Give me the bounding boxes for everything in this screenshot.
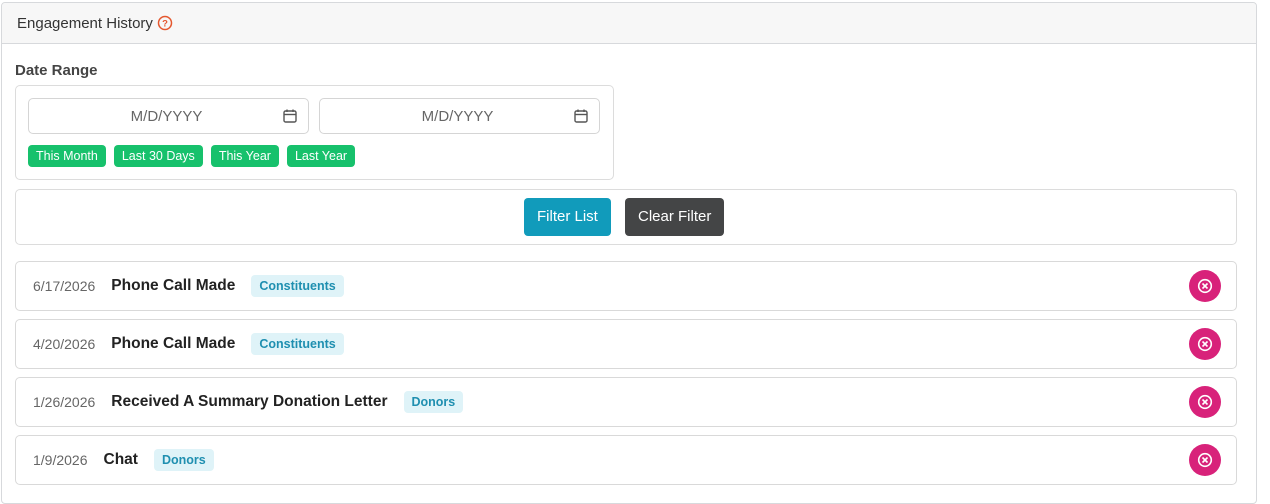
close-circle-icon — [1197, 452, 1213, 468]
row-title: Phone Call Made — [111, 277, 236, 294]
close-circle-icon — [1197, 278, 1213, 294]
row-date: 6/17/2026 — [33, 278, 96, 294]
delete-button[interactable] — [1189, 328, 1221, 360]
date-range-label: Date Range — [15, 62, 98, 79]
delete-button[interactable] — [1189, 386, 1221, 418]
row-tag: Donors — [403, 391, 464, 413]
row-tag: Donors — [153, 449, 214, 471]
row-title: Chat — [103, 451, 138, 468]
delete-button[interactable] — [1189, 444, 1221, 476]
close-circle-icon — [1197, 394, 1213, 410]
help-icon[interactable]: ? — [157, 15, 173, 31]
row-date: 1/9/2026 — [33, 452, 88, 468]
engagement-row: 1/9/2026 Chat Donors — [15, 435, 1237, 485]
last-year-button[interactable]: Last Year — [286, 145, 356, 167]
this-year-button[interactable]: This Year — [210, 145, 279, 167]
calendar-icon[interactable] — [282, 108, 298, 124]
clear-filter-button[interactable]: Clear Filter — [625, 198, 725, 236]
row-title: Phone Call Made — [111, 335, 236, 352]
engagement-history-panel: Engagement History ? — [1, 2, 1257, 504]
svg-text:?: ? — [162, 19, 168, 30]
engagement-row: 1/26/2026 Received A Summary Donation Le… — [15, 377, 1237, 427]
quick-range-buttons: This Month Last 30 Days This Year Last Y… — [28, 145, 356, 167]
panel-title: Engagement History — [17, 14, 153, 32]
start-date-placeholder: M/D/YYYY — [130, 107, 203, 125]
delete-button[interactable] — [1189, 270, 1221, 302]
engagement-row: 6/17/2026 Phone Call Made Constituents — [15, 261, 1237, 311]
filter-actions-box: Filter List Clear Filter — [15, 189, 1237, 245]
this-month-button[interactable]: This Month — [28, 145, 106, 167]
last-30-days-button[interactable]: Last 30 Days — [113, 145, 203, 167]
end-date-placeholder: M/D/YYYY — [421, 107, 494, 125]
row-tag: Constituents — [251, 333, 344, 355]
row-date: 4/20/2026 — [33, 336, 96, 352]
end-date-input[interactable]: M/D/YYYY — [319, 98, 600, 134]
start-date-input[interactable]: M/D/YYYY — [28, 98, 309, 134]
date-range-box: M/D/YYYY M/D/YYYY This Month Last 30 Day… — [15, 85, 614, 180]
row-date: 1/26/2026 — [33, 394, 96, 410]
filter-list-button[interactable]: Filter List — [524, 198, 611, 236]
row-title: Received A Summary Donation Letter — [111, 393, 388, 410]
engagement-row: 4/20/2026 Phone Call Made Constituents — [15, 319, 1237, 369]
close-circle-icon — [1197, 336, 1213, 352]
calendar-icon[interactable] — [573, 108, 589, 124]
panel-header: Engagement History ? — [2, 3, 1256, 44]
row-tag: Constituents — [251, 275, 344, 297]
